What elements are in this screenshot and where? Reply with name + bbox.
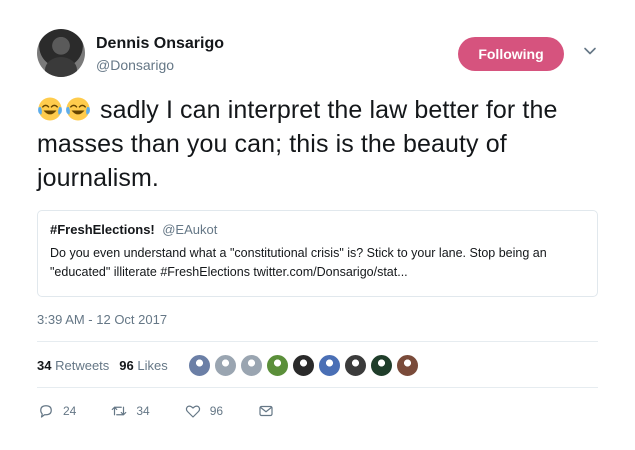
tweet-header: Dennis Onsarigo @Donsarigo Following [37,29,607,81]
avatar[interactable] [37,29,85,77]
face-with-tears-of-joy-icon [38,97,62,121]
tweet-actions: 24 34 96 [37,400,317,422]
divider [37,387,598,388]
liker-avatar[interactable] [369,353,393,377]
like-count: 96 [209,404,224,418]
reply-icon [40,405,52,418]
retweets-stat[interactable]: 34 Retweets [37,358,109,373]
likes-stat[interactable]: 96 Likes [119,358,167,373]
liker-avatar[interactable] [187,353,211,377]
liker-avatar[interactable] [291,353,315,377]
quoted-tweet[interactable]: #FreshElections! @EAukot Do you even und… [37,210,598,297]
liker-avatar[interactable] [317,353,341,377]
retweet-button[interactable]: 34 [110,402,150,420]
author-name[interactable]: Dennis Onsarigo [96,35,224,53]
envelope-icon [259,405,273,417]
liker-avatar[interactable] [343,353,367,377]
heart-icon [185,405,200,418]
face-with-tears-of-joy-icon [66,97,90,121]
likes-count: 96 [119,357,134,373]
tweet-body: sadly I can interpret the law better for… [37,96,558,192]
quoted-author-handle: @EAukot [162,222,218,237]
quoted-author-name: #FreshElections! [50,222,155,237]
message-button[interactable] [257,402,283,420]
chevron-down-icon[interactable] [582,43,598,59]
retweet-icon [112,406,127,416]
liker-avatar[interactable] [265,353,289,377]
retweet-count: 34 [136,404,150,418]
quoted-text: Do you even understand what a "constitut… [50,246,547,279]
reply-button[interactable]: 24 [37,402,76,420]
author-handle[interactable]: @Donsarigo [96,57,174,73]
liker-avatar[interactable] [213,353,237,377]
like-button[interactable]: 96 [184,402,223,420]
following-button[interactable]: Following [458,37,564,71]
retweets-label: Retweets [55,357,110,373]
tweet-stats: 34 Retweets 96 Likes [37,350,422,380]
reply-count: 24 [63,404,77,418]
likers-avatars [187,353,422,377]
likes-label: Likes [137,357,168,373]
liker-avatar[interactable] [395,353,419,377]
divider [37,341,598,342]
liker-avatar[interactable] [239,353,263,377]
timestamp[interactable]: 3:39 AM - 12 Oct 2017 [37,312,167,327]
retweets-count: 34 [37,357,52,373]
tweet-text: sadly I can interpret the law better for… [37,93,607,195]
